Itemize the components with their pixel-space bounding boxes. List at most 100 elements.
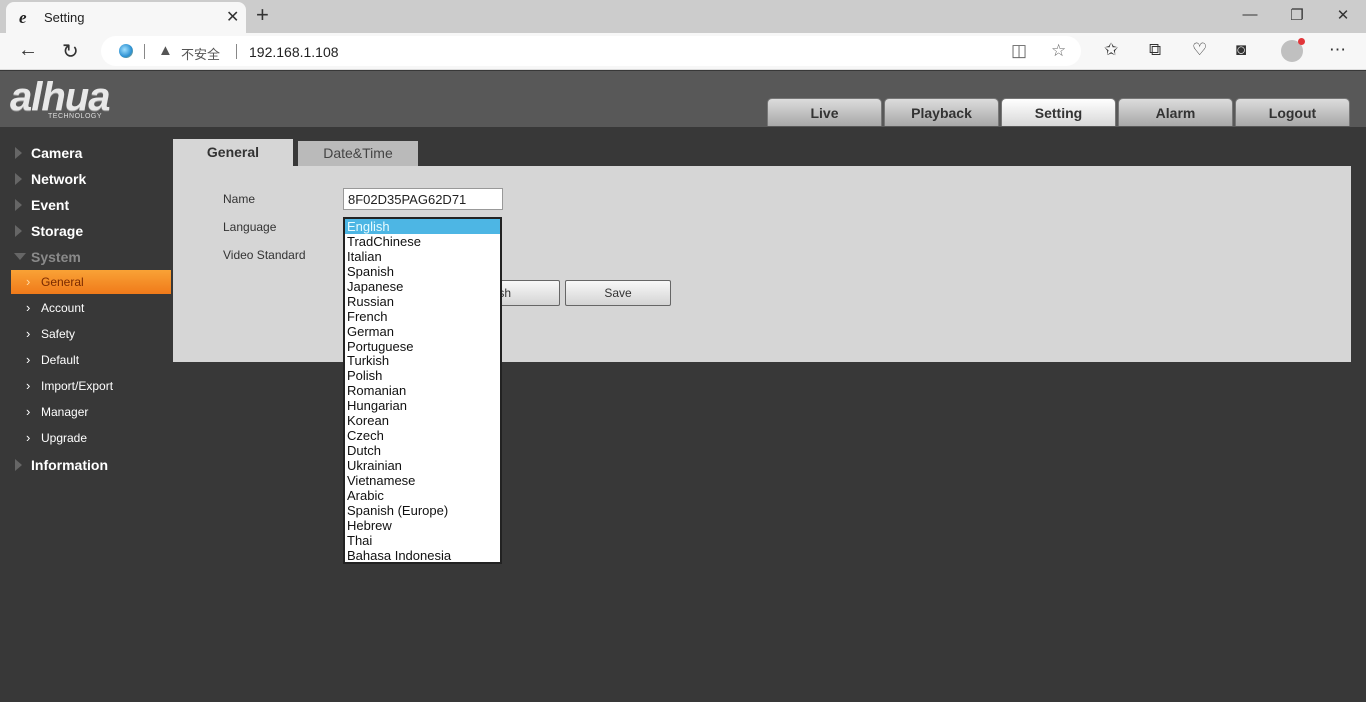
sidebar-item-label: Account	[41, 301, 85, 315]
name-input[interactable]	[343, 188, 503, 210]
chevron-right-icon: ›	[26, 326, 31, 341]
sidebar-group-label: Network	[31, 171, 87, 187]
chevron-right-icon: ›	[26, 378, 31, 393]
ie-favicon-icon: e	[19, 8, 27, 27]
collapse-arrow-icon	[14, 253, 26, 260]
sidebar-group-label: Information	[31, 457, 108, 473]
sidebar-item-label: Safety	[41, 327, 76, 341]
language-option[interactable]: Korean	[345, 413, 500, 428]
expand-arrow-icon	[15, 147, 22, 159]
language-option[interactable]: Bahasa Indonesia	[345, 548, 500, 562]
tab-general[interactable]: General	[173, 139, 293, 166]
sidebar-group-network[interactable]: Network	[0, 167, 172, 191]
chevron-right-icon: ›	[26, 430, 31, 445]
sidebar-item-label: Upgrade	[41, 431, 88, 445]
sidebar-group-label: Storage	[31, 223, 84, 239]
language-option[interactable]: English	[345, 219, 500, 234]
chevron-right-icon: ›	[26, 274, 31, 289]
language-option[interactable]: Hebrew	[345, 518, 500, 533]
browser-toolbar: ← ↻ ▲ 不安全 192.168.1.108 ◫ ☆ ✩ ⧉ ♡ ◙ ⋯	[0, 33, 1366, 70]
profile-avatar[interactable]	[1281, 38, 1305, 62]
sidebar-group-storage[interactable]: Storage	[0, 219, 172, 243]
language-option[interactable]: Thai	[345, 533, 500, 548]
health-icon[interactable]: ♡	[1192, 40, 1207, 60]
sidebar-edge-icon[interactable]: ◙	[1236, 40, 1246, 60]
language-option[interactable]: Portuguese	[345, 339, 500, 354]
language-option[interactable]: Japanese	[345, 279, 500, 294]
browser-tabstrip: e Setting ✕ + — ❐ ✕	[0, 0, 1366, 33]
language-option[interactable]: Russian	[345, 294, 500, 309]
chevron-right-icon: ›	[26, 300, 31, 315]
logo-subtitle: TECHNOLOGY	[48, 113, 103, 120]
favorites-list-icon[interactable]: ✩	[1104, 40, 1118, 60]
video-standard-label: Video Standard	[223, 248, 306, 262]
sidebar-item-upgrade[interactable]: › Upgrade	[11, 426, 171, 450]
chevron-right-icon: ›	[26, 352, 31, 367]
sidebar-item-label: General	[41, 275, 84, 289]
sidebar-group-event[interactable]: Event	[0, 193, 172, 217]
language-option[interactable]: Spanish (Europe)	[345, 503, 500, 518]
minimize-icon[interactable]: —	[1240, 6, 1260, 23]
security-label[interactable]: 不安全	[181, 44, 220, 63]
restore-icon[interactable]: ❐	[1287, 6, 1307, 24]
language-option[interactable]: German	[345, 324, 500, 339]
sidebar-group-label: System	[31, 249, 81, 265]
warning-icon[interactable]: ▲	[158, 42, 173, 59]
chevron-right-icon: ›	[26, 404, 31, 419]
language-option[interactable]: Hungarian	[345, 398, 500, 413]
main-tab-logout[interactable]: Logout	[1235, 98, 1350, 126]
save-button[interactable]: Save	[565, 280, 671, 306]
language-option[interactable]: Dutch	[345, 443, 500, 458]
sidebar-item-label: Manager	[41, 405, 89, 419]
sidebar-group-camera[interactable]: Camera	[0, 141, 172, 165]
new-tab-icon[interactable]: +	[256, 2, 269, 28]
language-option[interactable]: Spanish	[345, 264, 500, 279]
sidebar-group-system[interactable]: System	[0, 245, 172, 269]
back-icon[interactable]: ←	[18, 39, 38, 62]
sidebar-item-default[interactable]: › Default	[11, 348, 171, 372]
tab-date-time[interactable]: Date&Time	[298, 141, 418, 166]
tab-title: Setting	[44, 10, 85, 25]
language-option[interactable]: Vietnamese	[345, 473, 500, 488]
expand-arrow-icon	[15, 173, 22, 185]
sidebar-item-account[interactable]: › Account	[11, 296, 171, 320]
language-dropdown-list[interactable]: English TradChinese Italian Spanish Japanese…	[343, 217, 502, 564]
expand-arrow-icon	[15, 459, 22, 471]
language-option[interactable]: TradChinese	[345, 234, 500, 249]
close-tab-icon[interactable]: ✕	[226, 7, 239, 27]
language-option[interactable]: Arabic	[345, 488, 500, 503]
site-icon	[119, 44, 133, 58]
sidebar-group-label: Event	[31, 197, 70, 213]
url-text[interactable]: 192.168.1.108	[249, 44, 339, 60]
reader-mode-icon[interactable]: ◫	[1011, 41, 1027, 61]
language-option[interactable]: Polish	[345, 368, 500, 383]
browser-tab[interactable]: e Setting ✕	[6, 2, 246, 33]
window-close-icon[interactable]: ✕	[1333, 6, 1353, 24]
language-option[interactable]: French	[345, 309, 500, 324]
main-tab-setting[interactable]: Setting	[1001, 98, 1116, 126]
sidebar-item-label: Default	[41, 353, 80, 367]
address-bar[interactable]: ▲ 不安全 192.168.1.108 ◫ ☆	[101, 36, 1081, 66]
sidebar-item-import-export[interactable]: › Import/Export	[11, 374, 171, 398]
separator	[144, 44, 145, 59]
main-tab-live[interactable]: Live	[767, 98, 882, 126]
more-icon[interactable]: ⋯	[1329, 40, 1346, 60]
sidebar-item-safety[interactable]: › Safety	[11, 322, 171, 346]
expand-arrow-icon	[15, 225, 22, 237]
main-tab-playback[interactable]: Playback	[884, 98, 999, 126]
language-option[interactable]: Romanian	[345, 383, 500, 398]
language-option[interactable]: Czech	[345, 428, 500, 443]
expand-arrow-icon	[15, 199, 22, 211]
sidebar-item-manager[interactable]: › Manager	[11, 400, 171, 424]
sidebar-group-information[interactable]: Information	[0, 453, 172, 477]
sidebar-item-label: Import/Export	[41, 379, 114, 393]
sidebar-item-general[interactable]: › General	[11, 270, 171, 294]
favorite-star-icon[interactable]: ☆	[1051, 41, 1066, 61]
sidebar-group-label: Camera	[31, 145, 83, 161]
language-option[interactable]: Italian	[345, 249, 500, 264]
language-option[interactable]: Turkish	[345, 353, 500, 368]
language-option[interactable]: Ukrainian	[345, 458, 500, 473]
collections-icon[interactable]: ⧉	[1149, 40, 1161, 60]
main-tab-alarm[interactable]: Alarm	[1118, 98, 1233, 126]
refresh-icon[interactable]: ↻	[62, 39, 79, 64]
